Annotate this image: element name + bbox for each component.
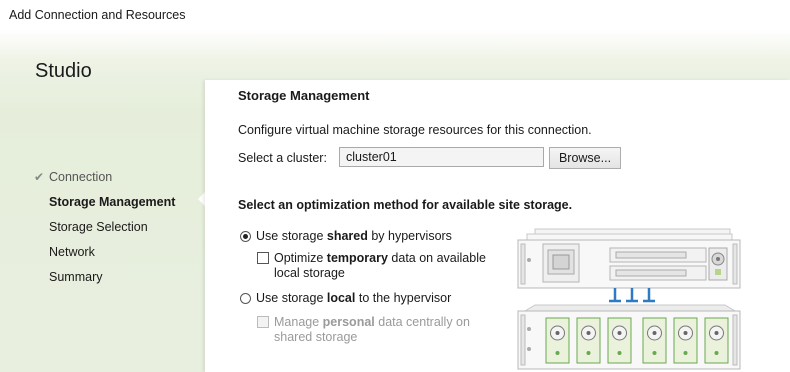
- cluster-label: Select a cluster:: [238, 151, 327, 165]
- step-label: Connection: [49, 169, 113, 184]
- optimization-heading: Select an optimization method for availa…: [238, 198, 573, 212]
- browse-button[interactable]: Browse...: [549, 147, 621, 169]
- step-storage-selection[interactable]: Storage Selection: [34, 214, 175, 239]
- studio-title: Studio: [35, 60, 92, 82]
- wizard-steps: ✔ Connection Storage Management Storage …: [34, 164, 175, 289]
- storage-illustration: [517, 228, 741, 370]
- shared-storage-radio[interactable]: [240, 231, 251, 242]
- optimize-temporary-checkbox[interactable]: [257, 252, 269, 264]
- step-label: Network: [49, 244, 95, 259]
- connector-lines: [609, 288, 655, 303]
- page-description: Configure virtual machine storage resour…: [238, 123, 592, 137]
- window-titlebar: Add Connection and Resources: [0, 0, 790, 30]
- window-title: Add Connection and Resources: [9, 8, 186, 22]
- manage-personal-label[interactable]: Manage personal data centrally on shared…: [274, 315, 470, 345]
- local-storage-label[interactable]: Use storage local to the hypervisor: [256, 291, 451, 306]
- step-storage-management[interactable]: Storage Management: [34, 189, 175, 214]
- step-summary[interactable]: Summary: [34, 264, 175, 289]
- content-panel: Storage Management Configure virtual mac…: [205, 80, 790, 372]
- checkmark-icon: ✔: [34, 169, 45, 184]
- shared-storage-label[interactable]: Use storage shared by hypervisors: [256, 229, 452, 244]
- step-connection[interactable]: ✔ Connection: [34, 164, 175, 189]
- manage-personal-checkbox[interactable]: [257, 316, 269, 328]
- cluster-field[interactable]: cluster01: [339, 147, 544, 167]
- page-title: Storage Management: [238, 88, 370, 103]
- step-label: Summary: [49, 269, 103, 284]
- local-storage-radio[interactable]: [240, 293, 251, 304]
- step-network[interactable]: Network: [34, 239, 175, 264]
- step-label: Storage Selection: [49, 219, 148, 234]
- optimize-temporary-label[interactable]: Optimize temporary data on available loc…: [274, 251, 486, 281]
- step-label: Storage Management: [49, 194, 176, 209]
